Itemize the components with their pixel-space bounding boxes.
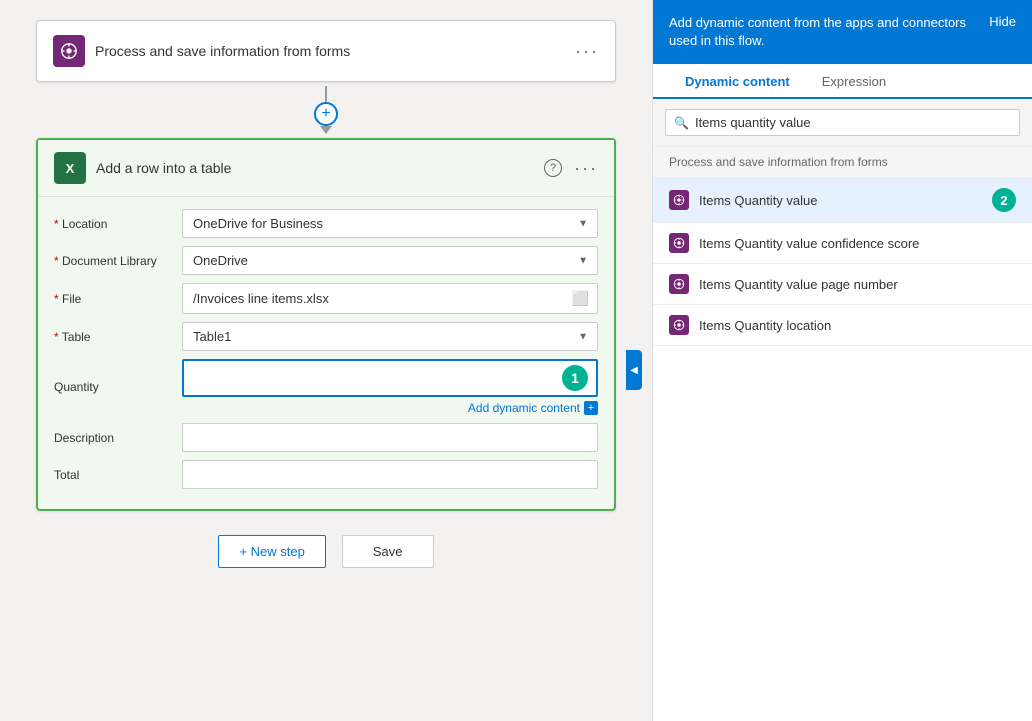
location-input-container: OneDrive for Business ▼ <box>182 209 598 238</box>
dynamic-item-label-3: Items Quantity value page number <box>699 277 1016 292</box>
dynamic-item-icon-3 <box>669 274 689 294</box>
quantity-row: Quantity 1 Add dynamic content + <box>54 359 598 415</box>
action-card-body: * Location OneDrive for Business ▼ * Doc… <box>38 197 614 509</box>
section-header: Process and save information from forms <box>653 147 1032 178</box>
file-label: * File <box>54 292 174 306</box>
bottom-actions: + New step Save <box>218 535 433 568</box>
file-input[interactable] <box>183 285 564 312</box>
dynamic-item-label-4: Items Quantity location <box>699 318 1016 333</box>
hide-panel-button[interactable]: Hide <box>989 14 1016 29</box>
dynamic-content-link: Add dynamic content + <box>182 401 598 415</box>
table-row-field: * Table Table1 ▼ <box>54 322 598 351</box>
quantity-step-badge: 1 <box>562 365 588 391</box>
dynamic-item-location[interactable]: Items Quantity location <box>653 305 1032 346</box>
dynamic-item-label-2: Items Quantity value confidence score <box>699 236 1016 251</box>
dynamic-item-icon-4 <box>669 315 689 335</box>
document-library-select[interactable]: OneDrive <box>182 246 598 275</box>
dynamic-item-confidence-score[interactable]: Items Quantity value confidence score <box>653 223 1032 264</box>
excel-icon: X <box>54 152 86 184</box>
dynamic-panel-header: Add dynamic content from the apps and co… <box>653 0 1032 64</box>
description-row: Description <box>54 423 598 452</box>
add-dynamic-content-link[interactable]: Add dynamic content <box>468 401 580 415</box>
dynamic-content-panel: Add dynamic content from the apps and co… <box>652 0 1032 721</box>
dynamic-tabs: Dynamic content Expression <box>653 64 1032 99</box>
total-input[interactable] <box>182 460 598 489</box>
tab-dynamic-content[interactable]: Dynamic content <box>669 64 806 99</box>
action-card-header: X Add a row into a table ? ··· <box>38 140 614 197</box>
file-browse-icon[interactable]: ⬜ <box>564 284 597 313</box>
trigger-card: Process and save information from forms … <box>36 20 616 82</box>
quantity-input[interactable] <box>192 371 556 386</box>
description-input-container <box>182 423 598 452</box>
dynamic-plus-icon[interactable]: + <box>584 401 598 415</box>
search-icon: 🔍 <box>674 116 689 130</box>
dynamic-item-label-1: Items Quantity value <box>699 193 982 208</box>
table-select[interactable]: Table1 <box>182 322 598 351</box>
document-library-row: * Document Library OneDrive ▼ <box>54 246 598 275</box>
file-input-container: ⬜ <box>182 283 598 314</box>
tab-expression[interactable]: Expression <box>806 64 902 99</box>
dynamic-item-icon-1 <box>669 190 689 210</box>
new-step-button[interactable]: + New step <box>218 535 325 568</box>
action-more-options[interactable]: ··· <box>574 158 598 179</box>
dynamic-item-page-number[interactable]: Items Quantity value page number <box>653 264 1032 305</box>
panel-collapse-arrow[interactable]: ◀ <box>626 350 642 390</box>
trigger-icon <box>53 35 85 67</box>
document-library-label: * Document Library <box>54 254 174 268</box>
trigger-more-options[interactable]: ··· <box>575 41 599 62</box>
trigger-title: Process and save information from forms <box>95 43 350 59</box>
description-label: Description <box>54 431 174 445</box>
search-box: 🔍 <box>665 109 1020 136</box>
dynamic-item-quantity-value[interactable]: Items Quantity value 2 <box>653 178 1032 223</box>
add-step-button[interactable]: + <box>314 102 338 126</box>
item-badge-2: 2 <box>992 188 1016 212</box>
save-button[interactable]: Save <box>342 535 434 568</box>
connector-arrow <box>320 126 332 134</box>
action-header-icons: ? ··· <box>544 158 598 179</box>
description-input[interactable] <box>182 423 598 452</box>
plus-icon: + <box>321 105 330 123</box>
dynamic-panel-header-text: Add dynamic content from the apps and co… <box>669 14 989 50</box>
dynamic-item-icon-2 <box>669 233 689 253</box>
total-label: Total <box>54 468 174 482</box>
document-library-input-container: OneDrive ▼ <box>182 246 598 275</box>
total-row: Total <box>54 460 598 489</box>
action-card-title: Add a row into a table <box>96 160 231 176</box>
search-box-wrapper: 🔍 <box>653 99 1032 147</box>
total-input-container <box>182 460 598 489</box>
table-label: * Table <box>54 330 174 344</box>
quantity-input-container: 1 Add dynamic content + <box>182 359 598 415</box>
dynamic-search-input[interactable] <box>695 115 1011 130</box>
connector-line <box>325 86 327 102</box>
location-label: * Location <box>54 217 174 231</box>
quantity-label: Quantity <box>54 380 174 394</box>
table-input-container: Table1 ▼ <box>182 322 598 351</box>
action-card: X Add a row into a table ? ··· * Locatio… <box>36 138 616 511</box>
flow-connector: + <box>314 86 338 134</box>
file-row: * File ⬜ <box>54 283 598 314</box>
location-row: * Location OneDrive for Business ▼ <box>54 209 598 238</box>
location-select[interactable]: OneDrive for Business <box>182 209 598 238</box>
file-input-wrapper: ⬜ <box>182 283 598 314</box>
help-icon[interactable]: ? <box>544 159 562 177</box>
